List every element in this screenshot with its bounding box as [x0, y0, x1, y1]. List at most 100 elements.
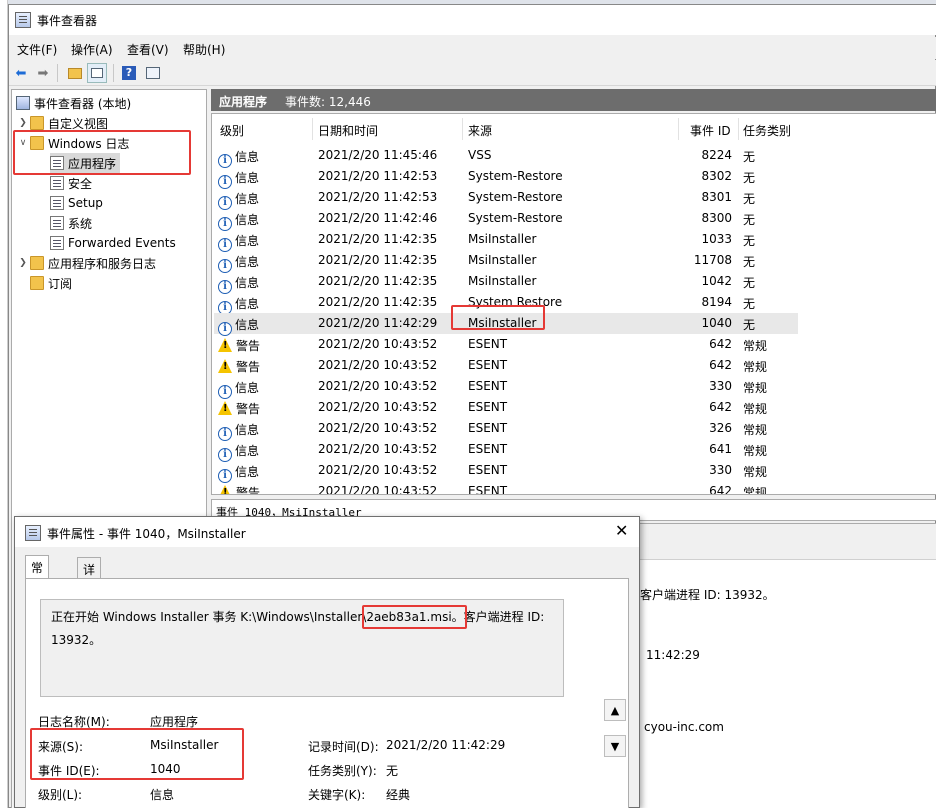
warning-icon [218, 401, 233, 415]
table-row[interactable]: i 信息 2021/2/20 10:43:52 ESENT 641 常规 [214, 439, 798, 462]
event-viewer-icon [15, 12, 31, 28]
cell-datetime: 2021/2/20 10:43:52 [318, 484, 438, 495]
level-text: 信息 [235, 444, 260, 458]
log-icon [50, 216, 64, 230]
description-part1: 正在开始 Windows Installer 事务 K:\Windows\Ins… [51, 610, 367, 624]
tab-general[interactable]: 常规 [25, 555, 50, 592]
cell-datetime: 2021/2/20 10:43:52 [318, 442, 438, 456]
tree-item-forwarded-events[interactable]: Forwarded Events [50, 233, 176, 253]
table-row[interactable]: i 信息 2021/2/20 10:43:52 ESENT 330 常规 [214, 460, 798, 483]
cell-event-id: 330 [709, 463, 732, 477]
folder-up-icon[interactable] [65, 63, 85, 83]
close-icon[interactable]: ✕ [615, 521, 628, 540]
tree-label-custom-views: 自定义视图 [48, 116, 109, 131]
warning-icon [218, 359, 233, 373]
back-arrow-icon[interactable]: ⬅ [11, 63, 31, 83]
cell-event-id: 642 [709, 337, 732, 351]
log-icon [50, 236, 64, 250]
column-task-category[interactable]: 任务类别 [743, 122, 791, 139]
cell-event-id: 641 [709, 442, 732, 456]
event-viewer-icon [16, 96, 30, 110]
forward-arrow-icon[interactable]: ➡ [33, 63, 53, 83]
cell-task-category: 常规 [743, 486, 768, 495]
chevron-right-icon[interactable]: ❯ [16, 118, 30, 128]
table-row[interactable]: i 信息 2021/2/20 11:42:35 MsiInstaller 1042 无 [214, 271, 798, 294]
tree-item-security[interactable]: 安全 [50, 173, 92, 193]
recorded-time-label: 记录时间(D): [308, 740, 379, 754]
table-row[interactable]: i 信息 2021/2/20 11:42:29 MsiInstaller 1040 无 [214, 313, 798, 336]
menu-file[interactable]: 文件(F) [17, 41, 57, 58]
column-source[interactable]: 来源 [468, 122, 492, 139]
tree-label-app-service-logs: 应用程序和服务日志 [48, 256, 157, 271]
help-icon[interactable]: ? [119, 63, 139, 83]
toolbar: ⬅ ➡ ? [9, 60, 936, 86]
menu-action[interactable]: 操作(A) [71, 41, 113, 58]
tree-label-system: 系统 [68, 216, 93, 231]
task-category-value: 无 [386, 764, 399, 778]
tree-item-subscriptions[interactable]: 订阅 [16, 273, 72, 293]
toolbar-separator [113, 64, 114, 82]
next-event-button[interactable]: ▼ [604, 735, 626, 757]
column-level[interactable]: 级别 [220, 122, 244, 139]
tree-item-windows-logs[interactable]: ∨ Windows 日志 [16, 133, 129, 153]
tree-item-root[interactable]: 事件查看器 (本地) [12, 93, 131, 113]
table-row[interactable]: i 信息 2021/2/20 10:43:52 ESENT 326 常规 [214, 418, 798, 441]
level-text: 信息 [235, 213, 260, 227]
tree-item-application[interactable]: 应用程序 [50, 153, 121, 173]
event-id-label: 事件 ID(E): [38, 764, 100, 778]
table-row[interactable]: i 信息 2021/2/20 11:42:46 System-Restore 8300 无 [214, 208, 798, 231]
cell-level: 警告 [218, 484, 260, 494]
show-hide-tree-icon[interactable] [87, 63, 107, 83]
tree-item-app-service-logs[interactable]: ❯ 应用程序和服务日志 [16, 253, 156, 273]
properties-icon[interactable] [143, 63, 163, 83]
cell-level: i 信息 [218, 442, 259, 462]
table-row[interactable]: i 信息 2021/2/20 11:42:35 System Restore 8194 无 [214, 292, 798, 315]
level-text: 信息 [235, 318, 260, 332]
table-row[interactable]: 警告 2021/2/20 10:43:52 ESENT 642 常规 [214, 481, 798, 495]
cell-task-category: 无 [743, 171, 756, 185]
table-row[interactable]: 警告 2021/2/20 10:43:52 ESENT 642 常规 [214, 397, 798, 418]
description-line-1: 正在开始 Windows Installer 事务 K:\Windows\Ins… [51, 605, 553, 629]
chevron-right-icon[interactable]: ❯ [16, 258, 30, 268]
menu-view[interactable]: 查看(V) [127, 41, 169, 58]
cell-level: 警告 [218, 358, 260, 375]
cell-datetime: 2021/2/20 11:42:35 [318, 253, 438, 267]
folder-icon [30, 116, 44, 130]
cell-level: i 信息 [218, 421, 259, 441]
tree-item-custom-views[interactable]: ❯ 自定义视图 [16, 113, 108, 133]
level-text: 信息 [235, 150, 260, 164]
table-row[interactable]: i 信息 2021/2/20 11:45:46 VSS 8224 无 [214, 145, 798, 168]
cell-task-category: 常规 [743, 381, 768, 395]
event-properties-dialog: 事件属性 - 事件 1040，MsiInstaller ✕ 常规 详细信息 正在… [14, 516, 640, 808]
cell-level: i 信息 [218, 211, 259, 231]
event-description[interactable]: 正在开始 Windows Installer 事务 K:\Windows\Ins… [40, 599, 564, 697]
column-datetime[interactable]: 日期和时间 [318, 122, 378, 139]
tab-details[interactable]: 详细信息 [77, 557, 102, 628]
table-row[interactable]: i 信息 2021/2/20 10:43:52 ESENT 330 常规 [214, 376, 798, 399]
table-row[interactable]: i 信息 2021/2/20 11:42:35 MsiInstaller 11708 无 [214, 250, 798, 273]
cell-event-id: 8224 [701, 148, 732, 162]
cell-level: i 信息 [218, 169, 259, 189]
cell-event-id: 8302 [701, 169, 732, 183]
cell-event-id: 1033 [701, 232, 732, 246]
tree-label-security: 安全 [68, 176, 93, 191]
table-row[interactable]: i 信息 2021/2/20 11:42:53 System-Restore 8302 无 [214, 166, 798, 189]
column-event-id[interactable]: 事件 ID [690, 122, 731, 139]
previous-event-button[interactable]: ▲ [604, 699, 626, 721]
table-row[interactable]: i 信息 2021/2/20 11:42:53 System-Restore 8301 无 [214, 187, 798, 210]
cell-event-id: 11708 [693, 253, 732, 267]
table-row[interactable]: 警告 2021/2/20 10:43:52 ESENT 642 常规 [214, 334, 798, 355]
cell-source: ESENT [468, 358, 508, 372]
cell-event-id: 642 [709, 358, 732, 372]
cell-datetime: 2021/2/20 11:42:35 [318, 232, 438, 246]
table-row[interactable]: i 信息 2021/2/20 11:42:35 MsiInstaller 1033 无 [214, 229, 798, 252]
preview-client-pid: 客户端进程 ID: 13932。 [640, 588, 775, 602]
cell-datetime: 2021/2/20 11:42:35 [318, 295, 438, 309]
table-row[interactable]: 警告 2021/2/20 10:43:52 ESENT 642 常规 [214, 355, 798, 376]
cell-task-category: 无 [743, 192, 756, 206]
chevron-down-icon[interactable]: ∨ [16, 138, 30, 148]
source-value: MsiInstaller [150, 738, 219, 752]
tree-item-system[interactable]: 系统 [50, 213, 92, 233]
menu-help[interactable]: 帮助(H) [183, 41, 225, 58]
tree-item-setup[interactable]: Setup [50, 193, 103, 213]
